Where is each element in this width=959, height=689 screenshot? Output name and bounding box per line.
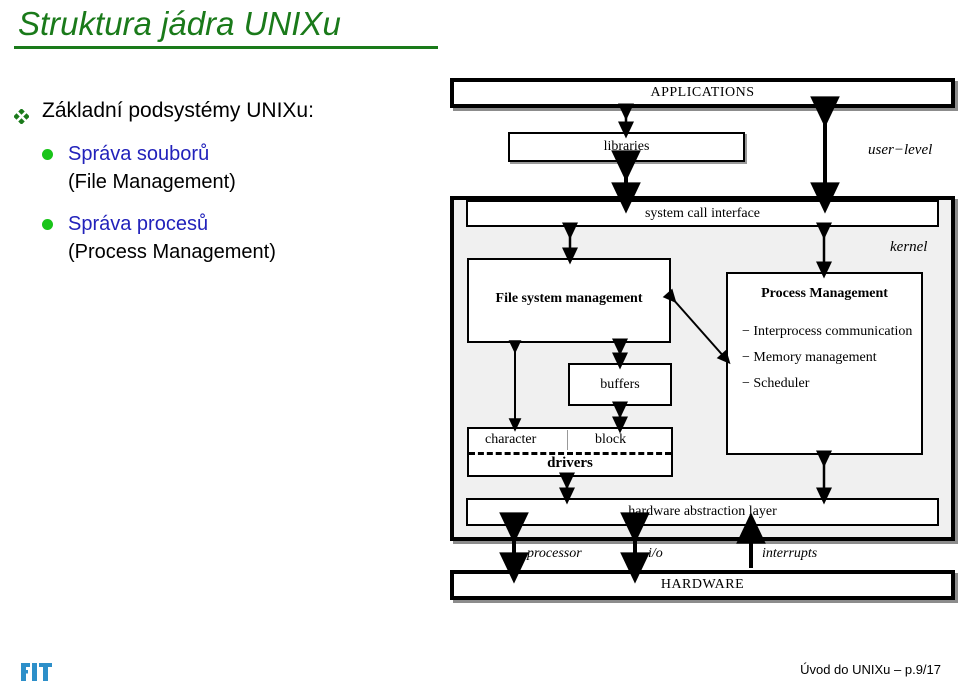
unix-kernel-structure-diagram: APPLICATIONS libraries user−level system…	[0, 0, 959, 686]
fit-logo	[20, 658, 54, 684]
diagram-arrows	[499, 96, 840, 584]
footer-page-indicator: Úvod do UNIXu – p.9/17	[800, 662, 941, 677]
